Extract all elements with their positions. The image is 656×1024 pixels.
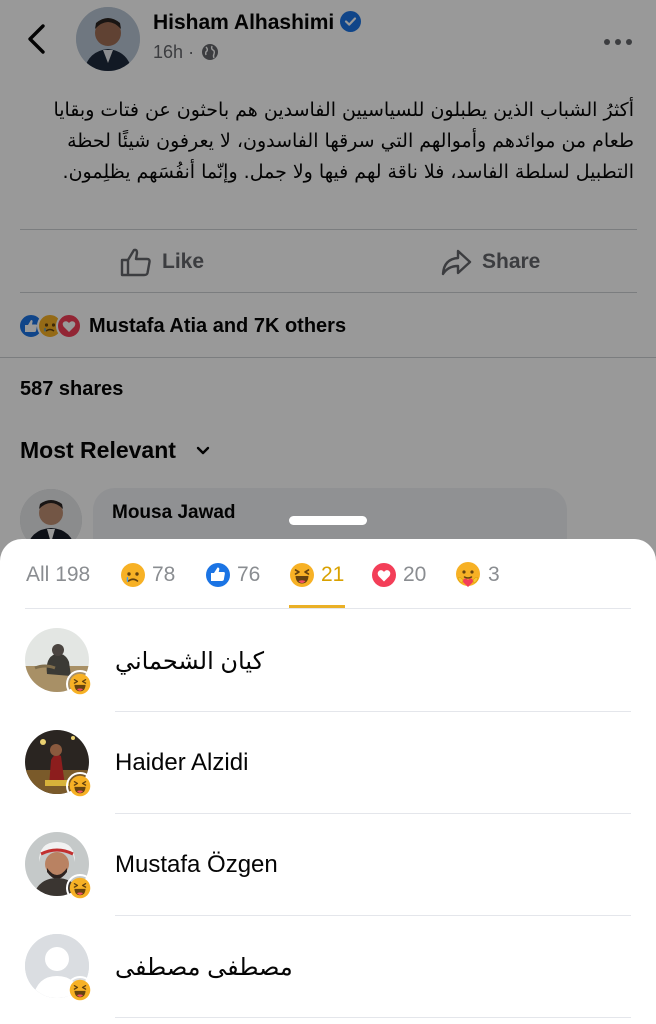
tab-care-count: 3 xyxy=(488,563,500,586)
list-item[interactable]: كيان الشحماني xyxy=(0,610,656,712)
sheet-drag-handle[interactable] xyxy=(289,516,367,525)
list-item[interactable]: مصطفى مصطفى xyxy=(0,916,656,1018)
tab-like-count: 76 xyxy=(237,563,261,586)
tab-care[interactable]: 3 xyxy=(454,560,500,590)
tab-like[interactable]: 76 xyxy=(205,560,260,590)
sad-reaction-icon xyxy=(121,563,145,587)
care-reaction-icon xyxy=(456,562,480,587)
person-name[interactable]: مصطفى مصطفى xyxy=(115,953,293,982)
list-item[interactable]: Haider Alzidi xyxy=(0,712,656,814)
tab-all-count: 198 xyxy=(55,563,91,586)
tab-haha-count: 21 xyxy=(321,563,345,586)
tab-all-label: All xyxy=(26,563,50,586)
tab-haha[interactable]: 21 xyxy=(289,560,344,590)
haha-reaction-icon xyxy=(290,563,314,587)
tab-all[interactable]: All 198 xyxy=(26,560,90,590)
person-name[interactable]: كيان الشحماني xyxy=(115,647,264,676)
list-item[interactable]: Mustafa Özgen xyxy=(0,814,656,916)
haha-reaction-icon xyxy=(66,874,94,902)
like-reaction-icon xyxy=(206,563,230,587)
love-reaction-icon xyxy=(372,563,396,587)
haha-reaction-icon xyxy=(66,772,94,800)
divider xyxy=(25,608,631,609)
haha-reaction-icon xyxy=(66,670,94,698)
tab-love-count: 20 xyxy=(403,563,427,586)
divider xyxy=(115,1017,631,1018)
tab-sad[interactable]: 78 xyxy=(120,560,175,590)
tab-love[interactable]: 20 xyxy=(371,560,426,590)
person-name[interactable]: Mustafa Özgen xyxy=(115,851,278,879)
person-name[interactable]: Haider Alzidi xyxy=(115,749,248,777)
tab-sad-count: 78 xyxy=(152,563,176,586)
haha-reaction-icon xyxy=(66,976,94,1004)
